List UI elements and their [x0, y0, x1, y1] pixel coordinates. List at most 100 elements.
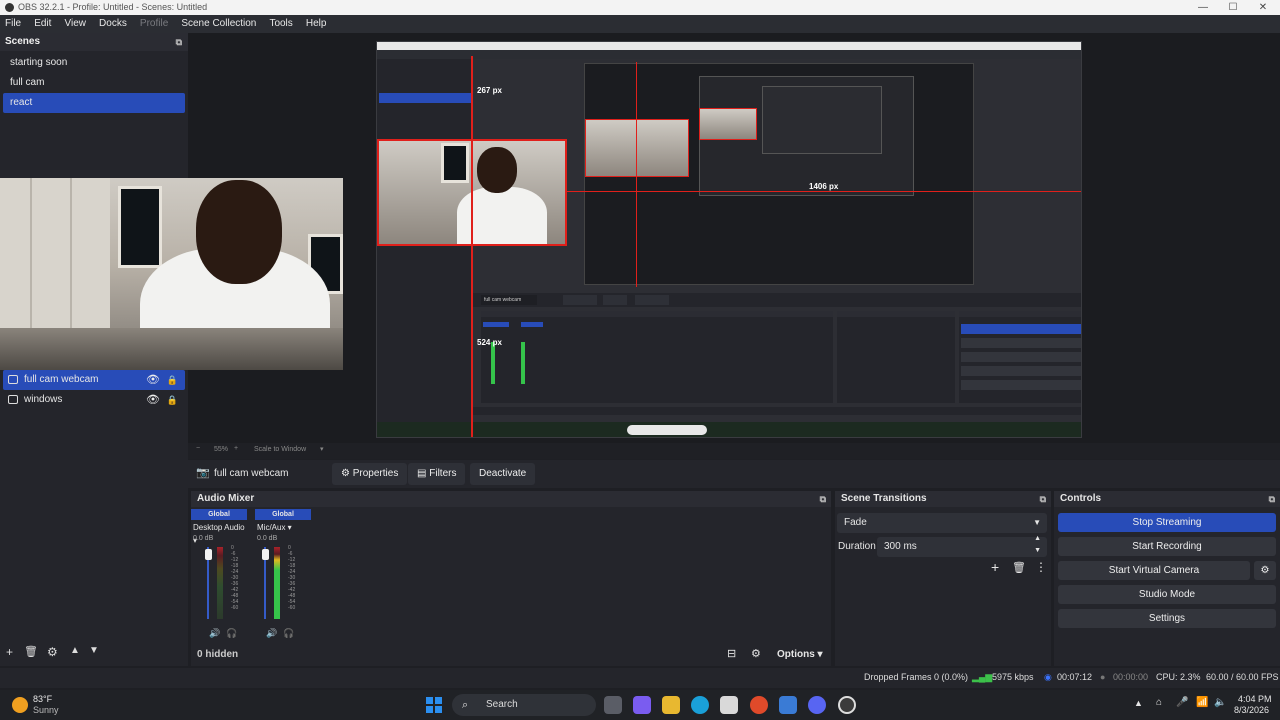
start-virtual-camera-button[interactable]: Start Virtual Camera	[1058, 561, 1250, 580]
move-up-icon[interactable]: ▲	[70, 645, 80, 656]
network-icon[interactable]: ⌂	[1156, 697, 1162, 708]
start-recording-button[interactable]: Start Recording	[1058, 537, 1276, 556]
add-transition-icon[interactable]: +	[991, 559, 999, 575]
photos-icon[interactable]	[779, 696, 797, 714]
file-explorer-icon[interactable]	[662, 696, 680, 714]
zoom-level: 55%	[214, 446, 229, 453]
chevron-up-icon[interactable]: ▲	[1134, 698, 1143, 708]
monitor-headphones-icon[interactable]: 🎧	[226, 628, 237, 639]
volume-knob[interactable]	[262, 549, 269, 560]
task-view-icon[interactable]	[604, 696, 622, 714]
menu-profile[interactable]: Profile	[135, 15, 173, 33]
store-icon[interactable]	[720, 696, 738, 714]
channel-scope: Global	[191, 509, 247, 520]
studio-mode-button[interactable]: Studio Mode	[1058, 585, 1276, 604]
mute-speaker-icon[interactable]: 🔊	[209, 628, 220, 639]
source-item-windows[interactable]: windows 👁 🔒	[3, 390, 185, 410]
properties-button[interactable]: ⚙ Properties	[332, 463, 408, 485]
lock-icon[interactable]: 🔒	[167, 370, 178, 390]
windows-start-icon[interactable]	[426, 697, 442, 713]
menu-docks[interactable]: Docks	[94, 15, 132, 33]
menu-bar: File Edit View Docks Profile Scene Colle…	[0, 15, 1280, 33]
scene-item-full-cam[interactable]: full cam	[3, 73, 185, 93]
monitor-headphones-icon[interactable]: 🎧	[283, 628, 294, 639]
settings-button[interactable]: Settings	[1058, 609, 1276, 628]
webcam-video[interactable]	[0, 178, 343, 370]
channel-name-dropdown[interactable]: Mic/Aux ▾	[255, 521, 311, 534]
wifi-icon[interactable]: 📶	[1196, 697, 1208, 708]
visibility-eye-icon[interactable]: 👁	[146, 370, 160, 390]
clock-time[interactable]: 4:04 PM	[1238, 694, 1272, 704]
gear-icon: ⚙	[341, 468, 353, 479]
discord-icon[interactable]	[808, 696, 826, 714]
channel-name-dropdown[interactable]: Desktop Audio ▾	[191, 521, 247, 545]
level-meter	[217, 547, 223, 619]
menu-view[interactable]: View	[59, 15, 91, 33]
camera-icon	[8, 375, 18, 384]
chrome-icon[interactable]	[750, 696, 768, 714]
copilot-icon[interactable]	[633, 696, 651, 714]
dropped-frames: Dropped Frames 0 (0.0%)	[864, 672, 969, 682]
undock-icon[interactable]: ⧉	[176, 33, 182, 51]
controls-title: Controls	[1060, 493, 1102, 504]
weather-condition[interactable]: Sunny	[33, 705, 59, 715]
menu-help[interactable]: Help	[301, 15, 332, 33]
scene-transitions-dock: Scene Transitions ⧉ Fade ▼ Duration 300 …	[835, 491, 1051, 666]
source-properties-gear-icon[interactable]: ⚙	[47, 645, 58, 659]
advanced-audio-gear-icon[interactable]: ⚙	[751, 647, 761, 660]
zoom-out-icon[interactable]: −	[196, 445, 200, 452]
scene-item-starting-soon[interactable]: starting soon	[3, 53, 185, 73]
virtual-camera-gear-icon[interactable]: ⚙	[1254, 561, 1276, 580]
undock-icon[interactable]: ⧉	[1040, 491, 1046, 507]
title-bar: OBS 32.2.1 - Profile: Untitled - Scenes:…	[0, 0, 1280, 15]
close-button[interactable]: ✕	[1240, 0, 1280, 15]
meter-scale: 0 -6 -12 -18 -24 -30 -36 -42 -48 -54 -60	[231, 545, 238, 611]
stepper-icon[interactable]: ▲ ▼	[1034, 533, 1041, 557]
clock-date[interactable]: 8/3/2026	[1234, 705, 1269, 715]
layout-toggle-icon[interactable]: ⊟	[727, 647, 736, 660]
camera-icon: 📷	[196, 467, 210, 479]
remove-transition-icon[interactable]: 🗑	[1012, 561, 1026, 574]
options-button[interactable]: Options ▾	[777, 649, 823, 660]
undock-icon[interactable]: ⧉	[1269, 491, 1275, 507]
scene-item-react[interactable]: react	[3, 93, 185, 113]
window-title: OBS 32.2.1 - Profile: Untitled - Scenes:…	[18, 2, 208, 12]
duration-field[interactable]: 300 ms ▲ ▼	[877, 535, 1047, 557]
hidden-count: 0 hidden	[197, 649, 239, 660]
transition-select[interactable]: Fade ▼	[837, 513, 1047, 533]
remove-source-icon[interactable]: 🗑	[24, 645, 38, 658]
scale-mode-dropdown[interactable]: Scale to Window	[254, 446, 306, 453]
search-icon: ⌕	[462, 699, 469, 711]
filters-button[interactable]: ▤ Filters	[408, 463, 466, 485]
filter-icon: ▤	[417, 468, 430, 479]
meter-scale: 0 -6 -12 -18 -24 -30 -36 -42 -48 -54 -60	[288, 545, 295, 611]
menu-scene-collection[interactable]: Scene Collection	[176, 15, 261, 33]
volume-knob[interactable]	[205, 549, 212, 560]
lock-icon[interactable]: 🔒	[167, 390, 178, 410]
visibility-eye-icon[interactable]: 👁	[146, 390, 160, 410]
zoom-in-icon[interactable]: +	[234, 445, 238, 452]
menu-tools[interactable]: Tools	[264, 15, 297, 33]
record-icon: ●	[1100, 672, 1106, 682]
chevron-down-icon[interactable]: ▾	[320, 445, 324, 453]
microphone-icon[interactable]: 🎤	[1176, 697, 1188, 708]
undock-icon[interactable]: ⧉	[820, 491, 826, 507]
weather-temp[interactable]: 83°F	[33, 694, 52, 704]
audio-mixer-header: Audio Mixer ⧉	[191, 491, 831, 507]
stop-streaming-button[interactable]: Stop Streaming	[1058, 513, 1276, 532]
volume-icon[interactable]: 🔈	[1214, 697, 1226, 708]
source-item-full-cam-webcam[interactable]: full cam webcam 👁 🔒	[3, 370, 185, 390]
add-source-icon[interactable]: +	[6, 645, 13, 659]
taskbar-search[interactable]: ⌕ Search	[452, 694, 596, 716]
obs-icon[interactable]	[838, 696, 856, 714]
context-source-name: full cam webcam	[214, 468, 289, 479]
more-options-icon[interactable]: ⋮	[1035, 560, 1047, 574]
preview-canvas[interactable]: full cam webcam 267 px 1406 px 524 px	[376, 41, 1082, 438]
menu-edit[interactable]: Edit	[29, 15, 56, 33]
mute-speaker-icon[interactable]: 🔊	[266, 628, 277, 639]
meter-tick-label: -60	[231, 605, 239, 611]
deactivate-button[interactable]: Deactivate	[470, 463, 536, 485]
edge-icon[interactable]	[691, 696, 709, 714]
move-down-icon[interactable]: ▼	[89, 645, 99, 656]
menu-file[interactable]: File	[0, 15, 26, 33]
